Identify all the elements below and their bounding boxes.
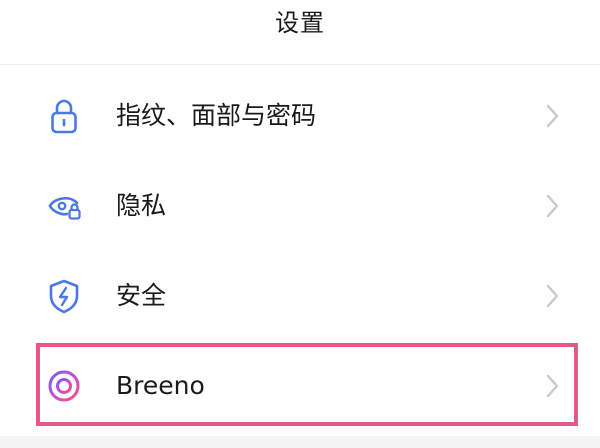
chevron-right-icon — [542, 102, 562, 130]
security-shield-icon — [44, 276, 84, 316]
highlight-annotation — [36, 343, 578, 426]
settings-item-label: 隐私 — [116, 191, 167, 220]
settings-item-label: 安全 — [116, 281, 167, 310]
privacy-eye-lock-icon — [44, 186, 84, 226]
top-bar: 设置 — [0, 0, 600, 65]
settings-item-privacy[interactable]: 隐私 — [0, 160, 600, 250]
bottom-edge — [0, 436, 600, 448]
chevron-right-icon — [542, 192, 562, 220]
settings-item-fingerprint-face-password[interactable]: 指纹、面部与密码 — [0, 70, 600, 160]
settings-item-security[interactable]: 安全 — [0, 250, 600, 340]
chevron-right-icon — [542, 282, 562, 310]
settings-item-label: 指纹、面部与密码 — [116, 101, 317, 130]
page-title: 设置 — [275, 9, 325, 37]
lock-icon — [44, 96, 84, 136]
